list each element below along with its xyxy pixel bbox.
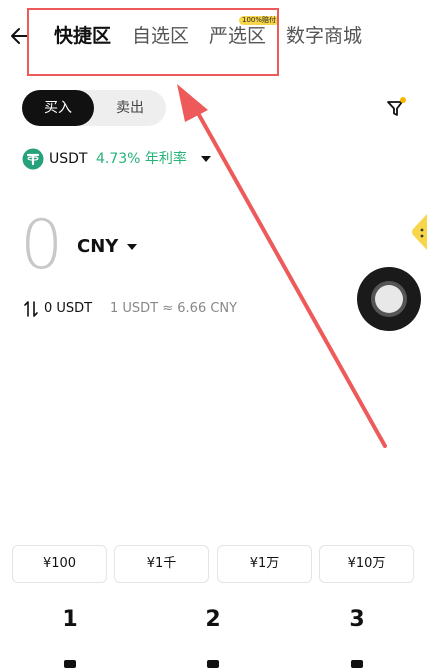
asset-symbol[interactable]: USDT bbox=[49, 150, 87, 168]
keypad-next-row-peek bbox=[351, 660, 363, 668]
swap-icon[interactable] bbox=[22, 300, 40, 318]
quick-amount-100k[interactable]: ¥10万 bbox=[319, 545, 414, 583]
amount-input[interactable]: 0 bbox=[20, 206, 63, 286]
caret-down-icon[interactable] bbox=[126, 238, 138, 256]
annotation-highlight-box bbox=[27, 8, 279, 76]
converted-amount: 0 USDT bbox=[44, 301, 93, 316]
floating-assist-button[interactable] bbox=[356, 266, 422, 332]
exchange-rate: 1 USDT ≈ 6.66 CNY bbox=[110, 301, 238, 316]
annual-rate[interactable]: 4.73% 年利率 bbox=[96, 150, 187, 168]
keypad-next-row-peek bbox=[207, 660, 219, 668]
buy-sell-toggle: 买入 卖出 bbox=[22, 90, 166, 126]
quick-amount-100[interactable]: ¥100 bbox=[12, 545, 107, 583]
sell-button[interactable]: 卖出 bbox=[94, 90, 166, 126]
caret-down-icon[interactable] bbox=[199, 150, 213, 168]
tab-digital-mall[interactable]: 数字商城 bbox=[286, 22, 362, 50]
quick-amount-1k[interactable]: ¥1千 bbox=[114, 545, 209, 583]
fiat-currency-selector[interactable]: CNY bbox=[77, 235, 118, 259]
quick-amount-10k[interactable]: ¥1万 bbox=[217, 545, 312, 583]
side-mascot-widget[interactable] bbox=[408, 212, 427, 252]
keypad-key-3[interactable]: 3 bbox=[312, 602, 402, 638]
keypad-next-row-peek bbox=[64, 660, 76, 668]
buy-button[interactable]: 买入 bbox=[22, 90, 94, 126]
usdt-coin-icon bbox=[22, 148, 44, 170]
filter-icon[interactable] bbox=[384, 96, 408, 120]
keypad-key-2[interactable]: 2 bbox=[168, 602, 258, 638]
keypad-key-1[interactable]: 1 bbox=[25, 602, 115, 638]
